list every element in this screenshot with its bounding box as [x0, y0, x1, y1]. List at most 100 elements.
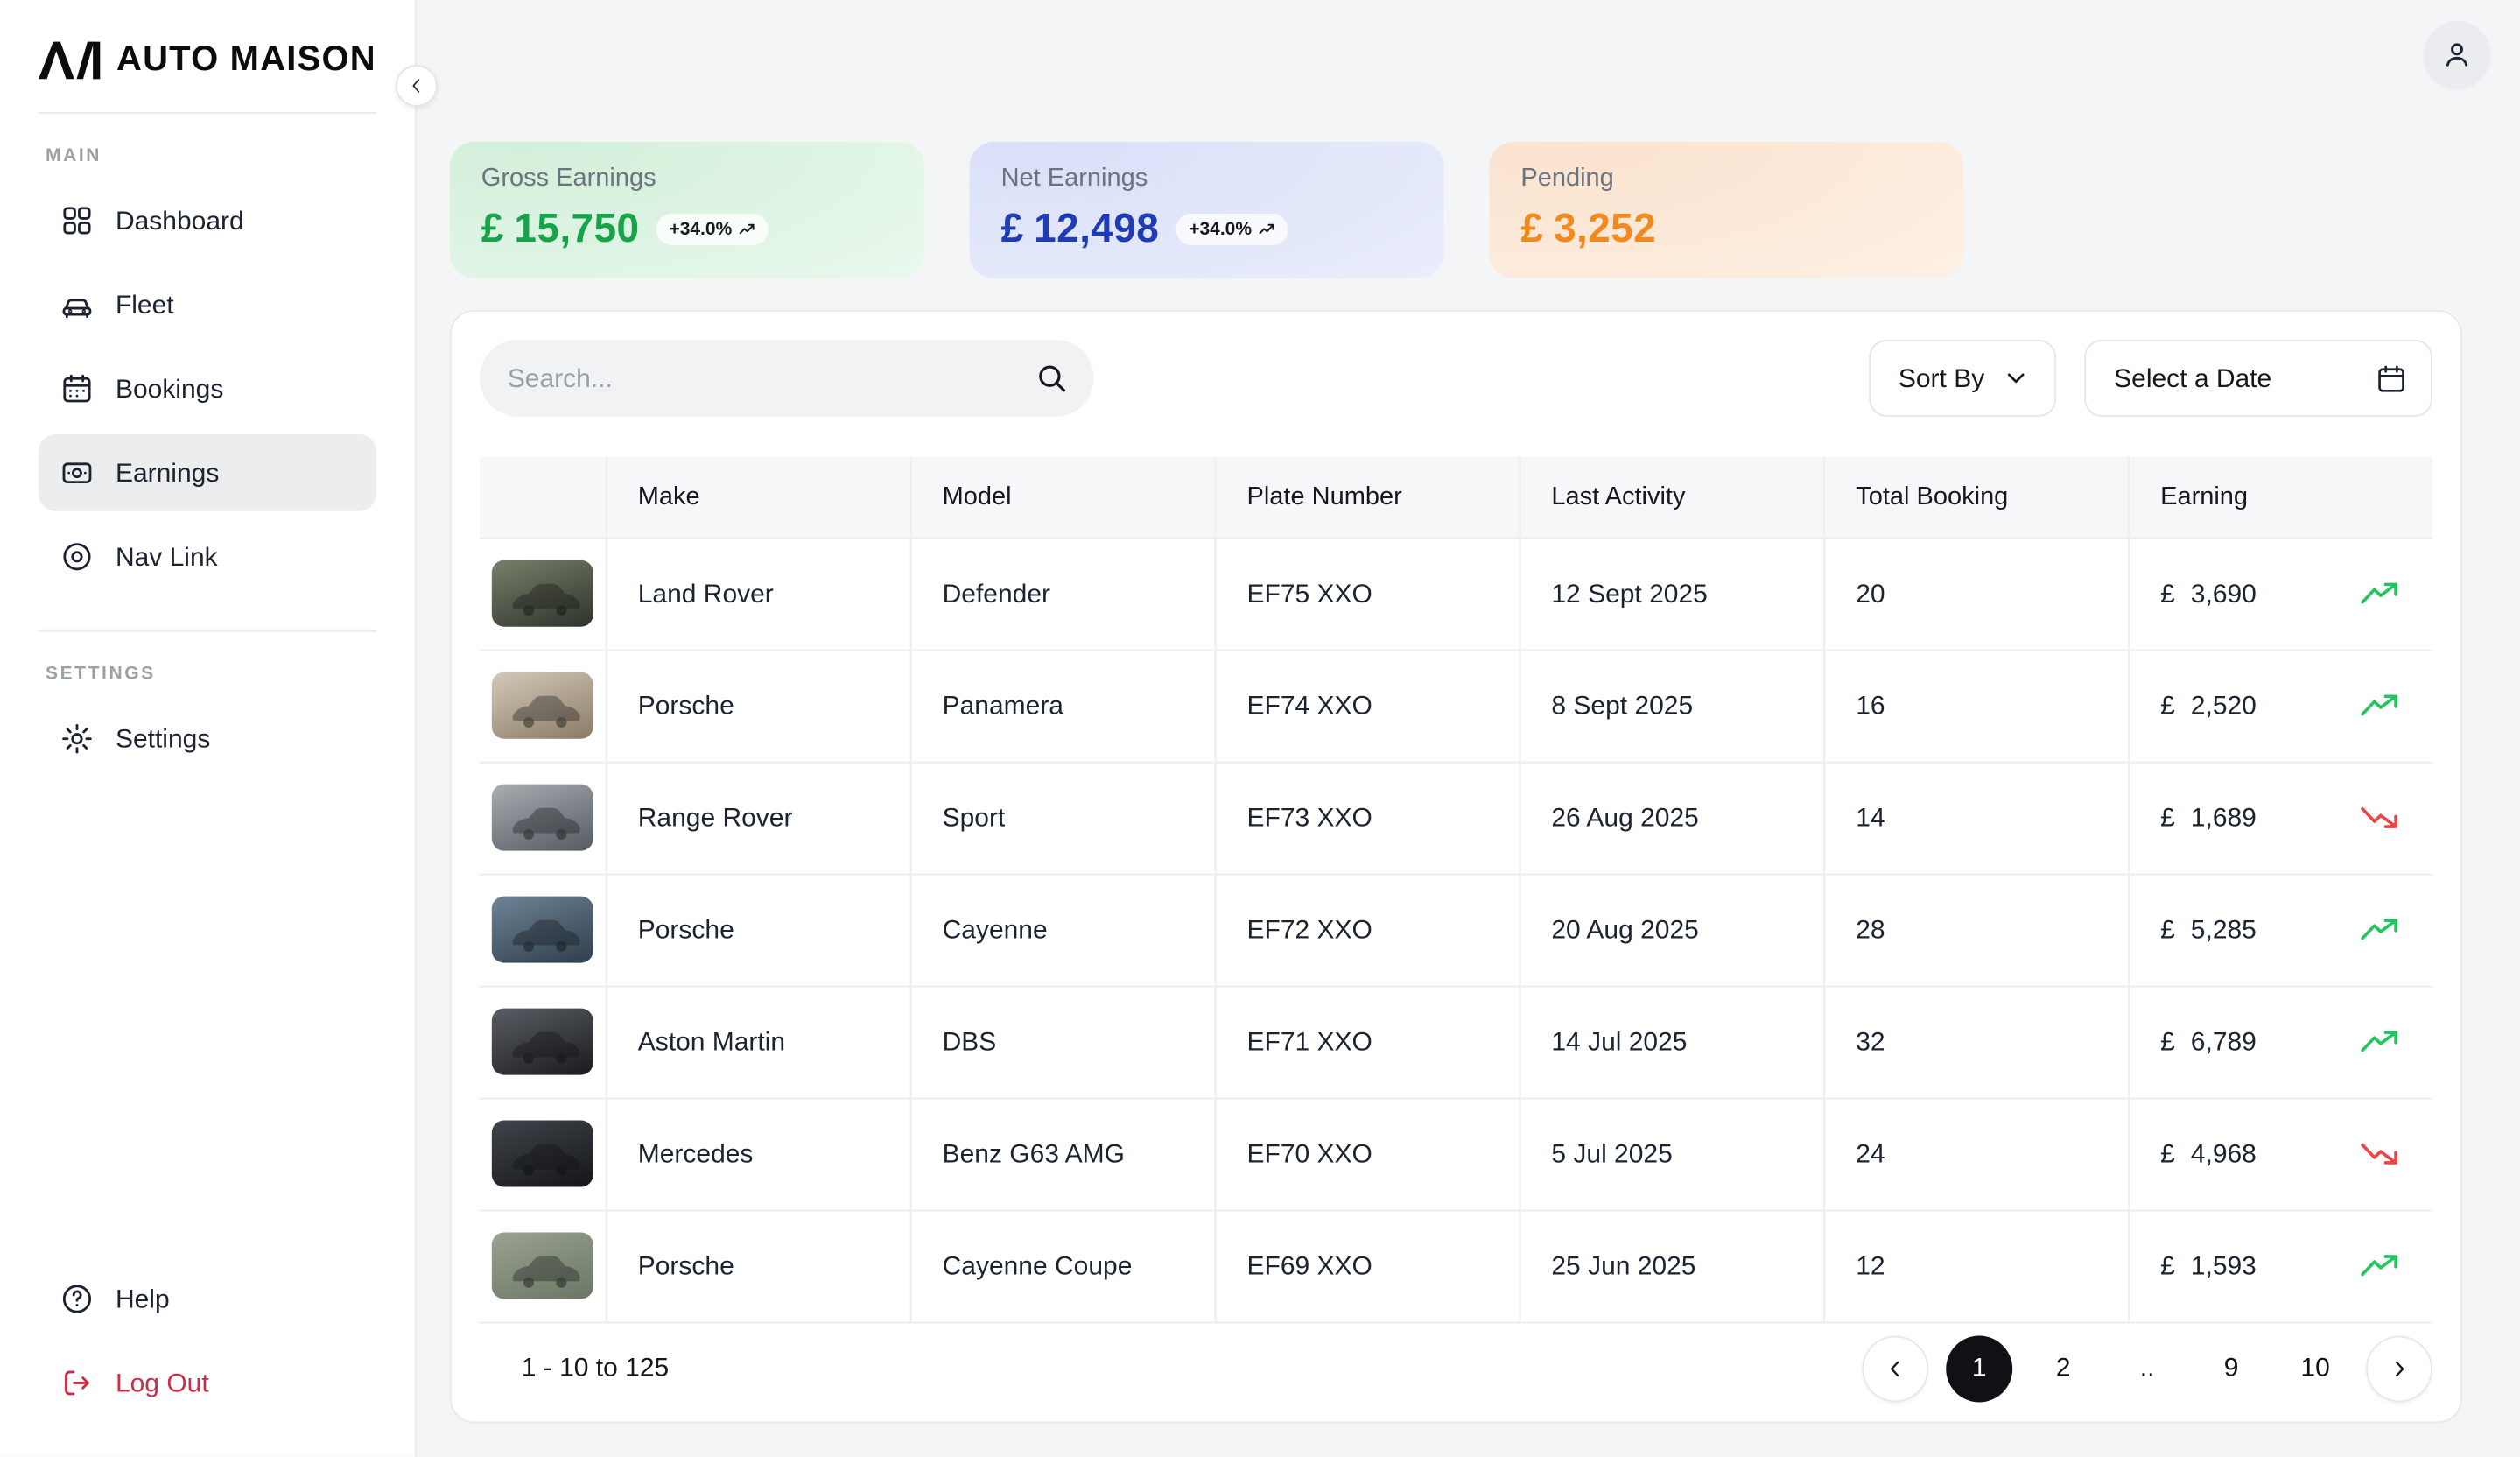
trend-up-icon: [739, 222, 756, 236]
grid-icon: [60, 203, 95, 238]
divider: [39, 630, 376, 632]
pagination-prev-button[interactable]: [1862, 1334, 1928, 1401]
cell-total-booking: 12: [1823, 1210, 2128, 1322]
cell-plate-number: EF70 XXO: [1215, 1098, 1520, 1210]
chevron-left-icon: [406, 75, 427, 96]
money-icon: [60, 455, 95, 490]
pagination-next-button[interactable]: [2366, 1334, 2432, 1401]
table-row[interactable]: PorscheCayenneEF72 XXO20 Aug 202528£5,28…: [480, 874, 2432, 986]
table-row[interactable]: Aston MartinDBSEF71 XXO14 Jul 202532£6,7…: [480, 986, 2432, 1098]
sidebar-item-bookings[interactable]: Bookings: [39, 350, 376, 427]
cell-model: Defender: [910, 538, 1215, 650]
page-button-2[interactable]: 2: [2030, 1334, 2096, 1401]
col-last-activity: Last Activity: [1519, 457, 1823, 538]
cell-plate-number: EF75 XXO: [1215, 538, 1520, 650]
cell-make: Land Rover: [606, 538, 910, 650]
cell-earning: £1,593: [2160, 1211, 2432, 1321]
sidebar: AUTO MAISON MAIN Dashboard Fleet: [0, 0, 417, 1456]
sidebar-item-fleet[interactable]: Fleet: [39, 266, 376, 343]
trend-up-icon: [2361, 581, 2397, 606]
app: AUTO MAISON MAIN Dashboard Fleet: [0, 0, 2520, 1456]
col-make: Make: [606, 457, 910, 538]
earnings-panel: Sort By Select a Date: [450, 310, 2462, 1424]
sidebar-item-label: Settings: [116, 724, 210, 754]
table-row[interactable]: Land RoverDefenderEF75 XXO12 Sept 202520…: [480, 538, 2432, 650]
car-photo-silhouette: [502, 1242, 583, 1294]
car-photo: [492, 897, 593, 963]
sidebar-item-nav-link[interactable]: Nav Link: [39, 518, 376, 595]
trend-up-icon: [2361, 918, 2397, 942]
trend-up-icon: [2361, 1253, 2397, 1278]
divider: [39, 112, 376, 114]
sidebar-item-label: Fleet: [116, 290, 174, 320]
cell-earning: £2,520: [2160, 651, 2432, 761]
cell-total-booking: 32: [1823, 986, 2128, 1098]
table-row[interactable]: PorschePanameraEF74 XXO8 Sept 202516£2,5…: [480, 650, 2432, 762]
stat-card-net-earnings: Net Earnings £ 12,498 +34.0%: [970, 142, 1444, 278]
sidebar-item-help[interactable]: Help: [39, 1260, 376, 1337]
sidebar-footer: Help Log Out: [39, 1260, 376, 1428]
trend-up-icon: [2361, 1030, 2397, 1054]
sidebar-item-label: Nav Link: [116, 542, 218, 572]
pagination-pages: 12.. 9 10: [1946, 1334, 2348, 1401]
chevron-left-icon: [1883, 1355, 1907, 1380]
sidebar-item-label: Earnings: [116, 458, 219, 488]
cell-total-booking: 24: [1823, 1098, 2128, 1210]
brand-name: AUTO MAISON: [116, 40, 376, 81]
col-plate-number: Plate Number: [1215, 457, 1520, 538]
col-total-booking: Total Booking: [1823, 457, 2128, 538]
sidebar-item-label: Help: [116, 1284, 170, 1313]
car-photo-silhouette: [502, 681, 583, 734]
pagination-summary: 1 - 10 to 125: [522, 1353, 669, 1383]
sidebar-item-label: Bookings: [116, 374, 223, 404]
cell-total-booking: 14: [1823, 762, 2128, 874]
sidebar-item-dashboard[interactable]: Dashboard: [39, 182, 376, 259]
user-avatar-button[interactable]: [2424, 21, 2490, 88]
car-photo: [492, 1009, 593, 1075]
search-icon[interactable]: [1033, 359, 1071, 398]
cell-last-activity: 14 Jul 2025: [1519, 986, 1823, 1098]
cell-last-activity: 5 Jul 2025: [1519, 1098, 1823, 1210]
cell-plate-number: EF71 XXO: [1215, 986, 1520, 1098]
col-model: Model: [910, 457, 1215, 538]
page-button-9[interactable]: 9: [2198, 1334, 2264, 1401]
cell-model: Cayenne: [910, 874, 1215, 986]
cell-total-booking: 28: [1823, 874, 2128, 986]
car-icon: [60, 287, 95, 322]
stat-card-pending: Pending £ 3,252: [1489, 142, 1963, 278]
sidebar-item-earnings[interactable]: Earnings: [39, 434, 376, 511]
trend-down-icon: [2361, 1142, 2397, 1166]
cell-model: Sport: [910, 762, 1215, 874]
cell-make: Porsche: [606, 1210, 910, 1322]
page-button-1[interactable]: 1: [1946, 1334, 2012, 1401]
calendar-icon: [60, 371, 95, 406]
cell-earning: £6,789: [2160, 987, 2432, 1097]
sidebar-item-logout[interactable]: Log Out: [39, 1344, 376, 1421]
sidebar-collapse-button[interactable]: [396, 65, 438, 107]
sort-by-button[interactable]: Sort By: [1869, 340, 2056, 417]
disc-icon: [60, 539, 95, 574]
car-photo: [492, 785, 593, 851]
table-row[interactable]: MercedesBenz G63 AMGEF70 XXO5 Jul 202524…: [480, 1098, 2432, 1210]
sidebar-item-settings[interactable]: Settings: [39, 700, 376, 778]
section-label-settings: SETTINGS: [46, 664, 376, 685]
stat-value: 3,252: [1554, 205, 1656, 252]
cell-plate-number: EF72 XXO: [1215, 874, 1520, 986]
table-header-row: Make Model Plate Number Last Activity To…: [480, 457, 2432, 538]
col-thumbnail: [480, 457, 606, 538]
stat-title: Net Earnings: [1001, 165, 1413, 193]
table-row[interactable]: PorscheCayenne CoupeEF69 XXO25 Jun 20251…: [480, 1210, 2432, 1322]
section-label-main: MAIN: [46, 145, 376, 166]
calendar-icon: [2375, 362, 2408, 395]
cell-earning: £4,968: [2160, 1099, 2432, 1209]
page-button-10[interactable]: 10: [2282, 1334, 2348, 1401]
select-date-button[interactable]: Select a Date: [2084, 340, 2432, 417]
cell-make: Aston Martin: [606, 986, 910, 1098]
table-row[interactable]: Range RoverSportEF73 XXO26 Aug 202514£1,…: [480, 762, 2432, 874]
page-button-..[interactable]: ..: [2114, 1334, 2180, 1401]
cell-earning: £3,690: [2160, 538, 2432, 649]
car-photo: [492, 1121, 593, 1187]
search-input[interactable]: [480, 340, 1094, 417]
stat-title: Pending: [1520, 165, 1932, 193]
cell-last-activity: 20 Aug 2025: [1519, 874, 1823, 986]
